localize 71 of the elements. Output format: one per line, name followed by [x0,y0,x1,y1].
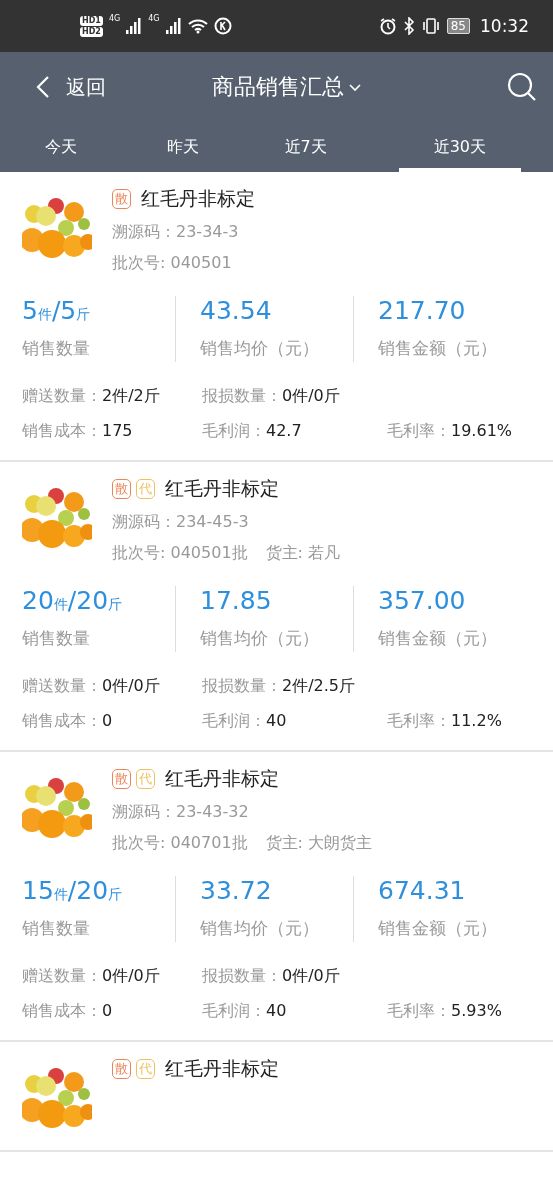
signal-icon [126,18,143,34]
type-tag: 散 [112,1059,131,1079]
stat-label: 销售数量 [22,917,91,940]
stat-value: 357.00 [378,586,467,615]
stat-value: 17.85 [200,586,273,615]
detail-item: 毛利率：11.2% [387,711,503,732]
detail-item: 报损数量：0件/0斤 [202,966,341,987]
detail-item: 销售成本：0 [22,711,114,732]
stat-value: 674.31 [378,876,467,905]
trace-code: 溯源码：23-43-32 [112,802,250,823]
trace-code: 溯源码：234-45-3 [112,512,250,533]
type-tag: 散 [112,189,131,209]
alarm-icon [378,17,397,35]
owner-name: 货主: 若凡 [265,543,341,564]
stat-label: 销售金额（元） [378,627,498,650]
trace-code: 溯源码：23-34-3 [112,222,240,243]
detail-item: 报损数量：0件/0斤 [202,386,341,407]
product-name: 红毛丹非标定 [165,476,279,501]
period-tab[interactable]: 近7天 [244,122,367,172]
detail-item: 赠送数量：0件/0斤 [22,676,161,697]
detail-item: 销售成本：175 [22,421,134,442]
type-tag: 代 [136,1059,155,1079]
stat-label: 销售均价（元） [200,627,320,650]
stat-label: 销售均价（元） [200,337,320,360]
stat-label: 销售金额（元） [378,337,498,360]
stat-label: 销售金额（元） [378,917,498,940]
period-tab[interactable]: 今天 [0,122,123,172]
batch-number: 批次号: 040501批 [112,543,248,564]
signal-icon [165,18,182,34]
period-tab[interactable]: 近30天 [398,122,521,172]
sim-badge: HD1 [80,15,103,26]
batch-number: 批次号: 040701批 [112,833,248,854]
detail-item: 毛利润：40 [202,711,288,732]
detail-item: 销售成本：0 [22,1001,114,1022]
detail-item: 报损数量：2件/2.5斤 [202,676,356,697]
batch-number: 批次号: 040501 [112,253,232,274]
stat-value: 217.70 [378,296,467,325]
caret-icon [347,82,362,92]
chevron-left-icon [36,75,50,99]
type-tag: 代 [136,769,155,789]
type-tag: 散 [112,479,131,499]
sim-badge: HD2 [80,26,103,37]
type-tag: 散 [112,769,131,789]
vibrate-icon [420,17,441,35]
type-tag: 代 [136,479,155,499]
title-dropdown[interactable]: 商品销售汇总 [106,71,467,103]
bluetooth-icon [402,17,415,35]
detail-item: 毛利率：5.93% [387,1001,503,1022]
battery-level: 85 [446,18,470,34]
detail-item: 毛利润：42.7 [202,421,303,442]
network-label: 4G [108,14,121,23]
product-name: 红毛丹非标定 [165,1056,279,1081]
clock-time: 10:32 [480,16,529,36]
product-name: 红毛丹非标定 [165,766,279,791]
stat-label: 销售数量 [22,337,91,360]
detail-item: 赠送数量：2件/2斤 [22,386,161,407]
detail-item: 赠送数量：0件/0斤 [22,966,161,987]
back-button[interactable]: 返回 [36,73,106,101]
detail-item: 毛利率：19.61% [387,421,513,442]
period-tab[interactable]: 昨天 [122,122,245,172]
product-name: 红毛丹非标定 [141,186,255,211]
stat-label: 销售数量 [22,627,91,650]
stat-value: 33.72 [200,876,273,905]
wifi-icon [187,18,208,34]
owner-name: 货主: 大朗货主 [265,833,373,854]
k-circle-icon [213,17,232,35]
stat-value: 43.54 [200,296,273,325]
network-label: 4G [148,14,160,23]
detail-item: 毛利润：40 [202,1001,288,1022]
search-icon[interactable] [507,72,537,102]
stat-label: 销售均价（元） [200,917,320,940]
